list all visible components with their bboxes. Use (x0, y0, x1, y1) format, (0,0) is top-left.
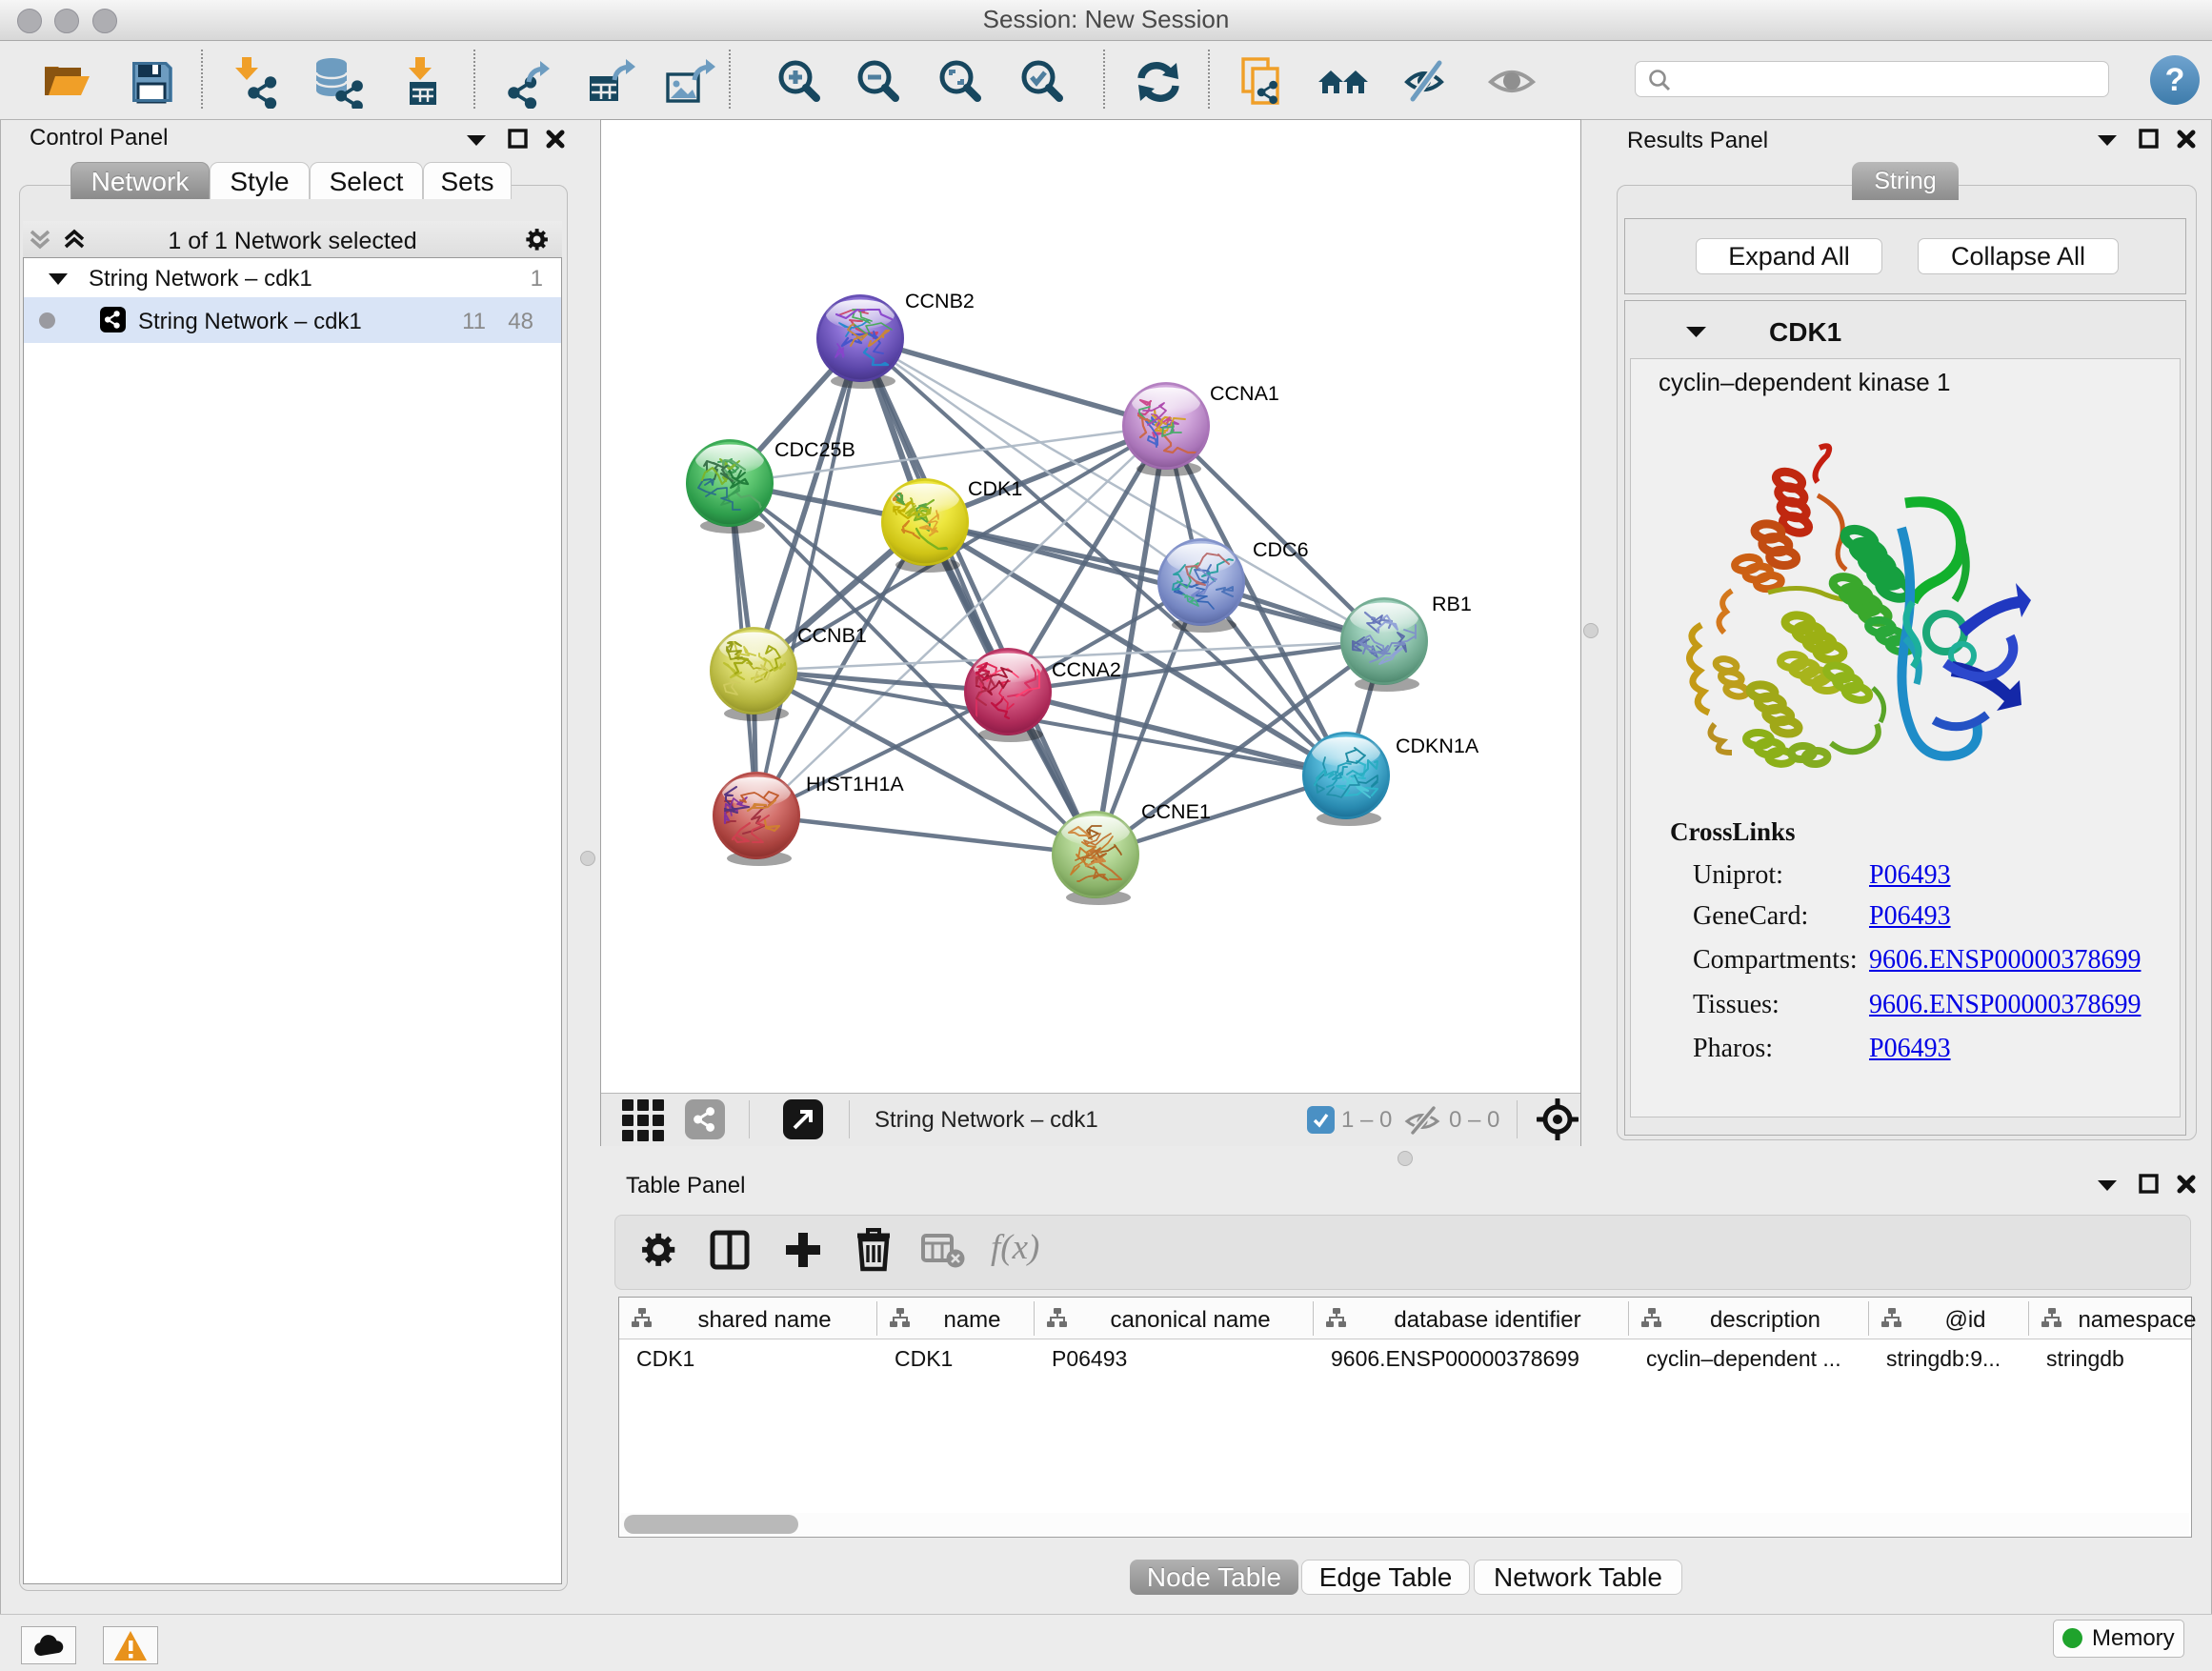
svg-text:CDC25B: CDC25B (774, 438, 855, 461)
svg-text:CCNA1: CCNA1 (1210, 382, 1279, 405)
svg-text:HIST1H1A: HIST1H1A (806, 773, 904, 795)
svg-text:CDKN1A: CDKN1A (1396, 735, 1479, 757)
svg-text:CCNE1: CCNE1 (1141, 800, 1211, 823)
svg-text:CCNA2: CCNA2 (1052, 658, 1121, 681)
svg-text:RB1: RB1 (1432, 593, 1472, 615)
svg-text:CCNB1: CCNB1 (797, 624, 867, 647)
svg-text:CDC6: CDC6 (1253, 538, 1309, 561)
svg-text:CCNB2: CCNB2 (905, 290, 975, 312)
svg-text:CDK1: CDK1 (968, 477, 1022, 500)
